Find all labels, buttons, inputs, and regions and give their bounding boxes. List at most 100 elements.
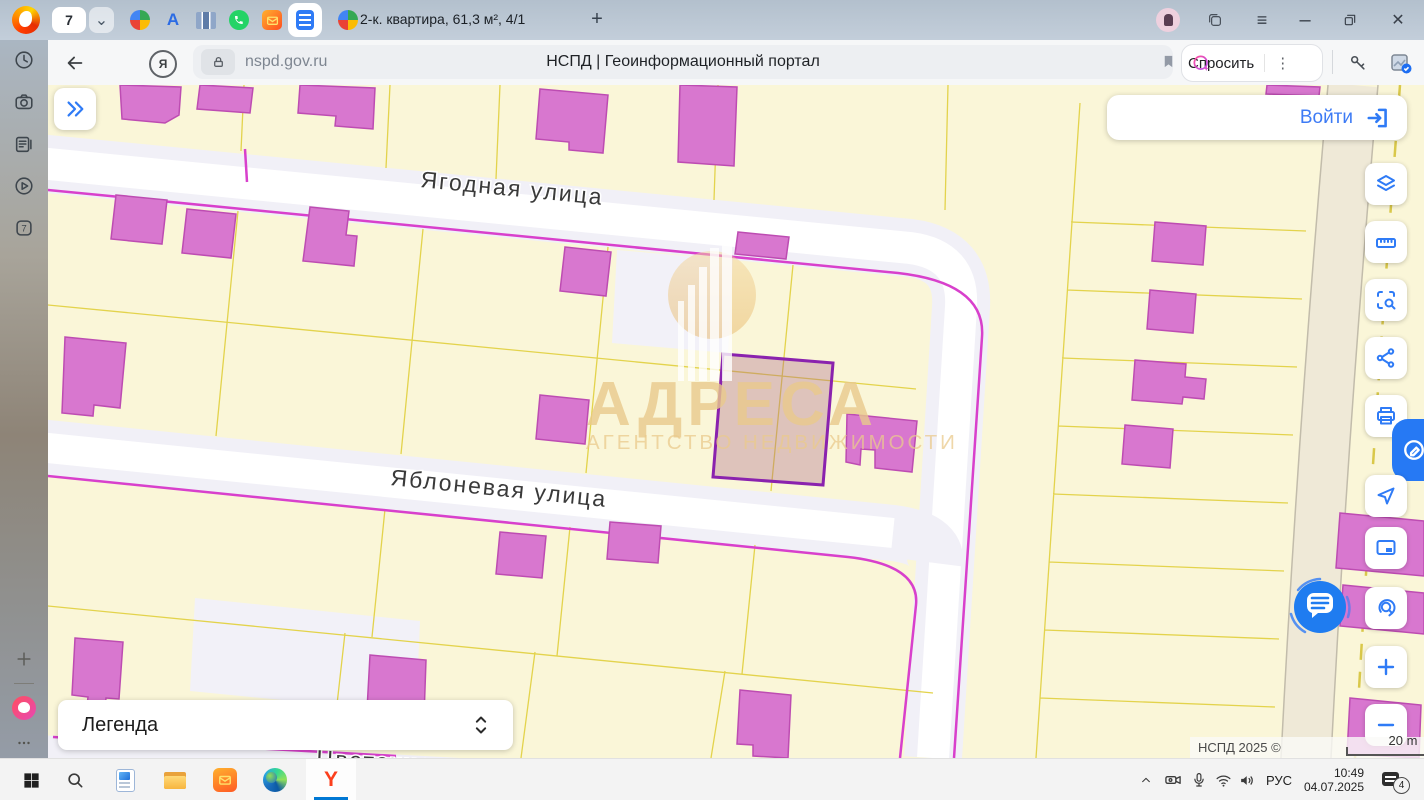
ask-alice-button[interactable]: Спросить ⋮ <box>1181 44 1323 82</box>
wifi-icon <box>1214 771 1233 790</box>
file-explorer-button[interactable] <box>162 767 188 793</box>
map-attribution: НСПД 2025 © 20 m <box>1190 737 1424 758</box>
screenshot-button[interactable] <box>13 91 35 113</box>
yandex-browser-taskbar-button[interactable]: Y <box>306 759 356 800</box>
profile-avatar[interactable] <box>1156 8 1180 32</box>
yandex-search-button[interactable]: Я <box>149 50 177 78</box>
camera-icon <box>13 91 35 113</box>
scale-bracket <box>1346 747 1424 756</box>
extension-card-button[interactable] <box>1388 50 1414 76</box>
play-icon <box>13 175 35 197</box>
edge-button[interactable] <box>262 767 288 793</box>
tray-show-hidden[interactable] <box>1138 759 1154 800</box>
new-tab-button[interactable]: + <box>584 6 610 32</box>
video-button[interactable] <box>13 175 35 197</box>
sidebar-more-button[interactable] <box>13 732 35 754</box>
active-tab-title[interactable]: 2-к. квартира, 61,3 м², 4/1 <box>360 11 570 27</box>
layers-button[interactable] <box>1365 163 1407 205</box>
login-label: Войти <box>1300 107 1353 129</box>
picture-in-picture-icon <box>1374 536 1398 560</box>
navigation-arrow-icon <box>1374 484 1398 508</box>
sidebar-expand-button[interactable] <box>54 88 96 130</box>
locate-button[interactable] <box>1365 475 1407 517</box>
zoom-in-button[interactable] <box>1365 646 1407 688</box>
chat-fab-graphic <box>1285 572 1355 642</box>
seven-badge-icon: 7 <box>13 217 35 239</box>
window-minimize-button[interactable]: – <box>1293 8 1317 32</box>
area-search-button[interactable] <box>1365 279 1407 321</box>
tray-date: 04.07.2025 <box>1304 780 1364 794</box>
yandex-browser-logo-icon[interactable] <box>12 6 40 34</box>
clock[interactable]: 10:49 04.07.2025 <box>1302 759 1364 800</box>
search-location-button[interactable] <box>1365 587 1407 629</box>
window-close-button[interactable]: ✕ <box>1386 8 1410 32</box>
pinned-tab-mail-icon[interactable] <box>262 10 282 30</box>
legend-collapse-icon[interactable] <box>471 712 491 738</box>
share-button[interactable] <box>1365 337 1407 379</box>
restore-icon <box>1343 13 1357 27</box>
map-canvas[interactable]: АДРЕСА АГЕНТСТВО НЕДВИЖИМОСТИ Ягодная ул… <box>48 85 1424 758</box>
login-bar[interactable]: Войти <box>1107 95 1407 140</box>
toolbar-divider <box>1332 50 1333 74</box>
sketch-panel-button[interactable] <box>1392 419 1424 481</box>
watermark-title: АДРЕСА <box>586 370 878 439</box>
stacked-tabs-icon <box>1207 12 1223 28</box>
articles-button[interactable] <box>13 133 35 155</box>
watermark-subtitle: АГЕНТСТВО НЕДВИЖИМОСТИ <box>586 431 958 454</box>
window-restore-button[interactable] <box>1338 8 1362 32</box>
history-button[interactable] <box>13 49 35 71</box>
alice-assistant-button[interactable] <box>12 696 36 720</box>
search-icon <box>65 770 85 790</box>
pinned-tab-building-icon[interactable] <box>196 12 216 29</box>
news-icon <box>13 133 35 155</box>
browser-tab-strip: 7 ⌄ A 2-к. квартира, 61,3 м², 4/1 + ≡ – … <box>0 0 1424 40</box>
card-check-icon <box>1389 51 1413 75</box>
chevron-up-icon <box>1138 772 1154 788</box>
pinned-tab-whatsapp-icon[interactable] <box>229 10 249 30</box>
pinned-tab-active-docs[interactable] <box>288 3 322 37</box>
envelope-icon <box>218 773 232 787</box>
tray-microphone[interactable] <box>1190 759 1208 800</box>
plus-icon <box>1374 655 1398 679</box>
envelope-icon <box>266 14 279 27</box>
phone-icon <box>233 14 245 26</box>
ask-more-button[interactable]: ⋮ <box>1264 54 1290 72</box>
pinned-tab-a-icon[interactable]: A <box>163 10 183 30</box>
scale-label: 20 m <box>1346 734 1424 747</box>
yandex-mail-button[interactable] <box>212 767 238 793</box>
tray-volume[interactable] <box>1238 759 1257 800</box>
chat-fab[interactable] <box>1285 572 1355 642</box>
tab-group-chip[interactable]: 7 <box>52 7 86 33</box>
language-indicator[interactable]: РУС <box>1266 759 1292 800</box>
password-manager-button[interactable] <box>1345 50 1371 76</box>
tab-group-chevron-icon[interactable]: ⌄ <box>89 7 114 33</box>
pinned-tab-services-icon[interactable] <box>130 10 150 30</box>
tab-group-panel-button[interactable]: 7 <box>13 217 35 239</box>
legend-panel[interactable]: Легенда <box>58 700 513 750</box>
tab-overview-icon[interactable] <box>1203 8 1227 32</box>
folder-icon <box>164 772 186 789</box>
microphone-icon <box>1190 771 1208 789</box>
sidebar-add-button[interactable] <box>13 648 35 670</box>
screen: 7 ⌄ A 2-к. квартира, 61,3 м², 4/1 + ≡ – … <box>0 0 1424 800</box>
tray-camera[interactable] <box>1163 759 1183 800</box>
back-button[interactable] <box>62 50 88 76</box>
map-viewport[interactable]: АДРЕСА АГЕНТСТВО НЕДВИЖИМОСТИ Ягодная ул… <box>48 85 1424 758</box>
address-bar[interactable]: nspd.gov.ru НСПД | Геоинформационный пор… <box>193 45 1173 79</box>
browser-menu-button[interactable]: ≡ <box>1250 8 1274 32</box>
tray-wifi[interactable] <box>1214 759 1233 800</box>
area-search-icon <box>1374 288 1398 312</box>
windows-logo-icon <box>22 771 41 790</box>
attribution-text: НСПД 2025 © <box>1198 740 1281 755</box>
notification-center-button[interactable]: 4 <box>1382 759 1404 800</box>
widgets-icon <box>116 769 135 792</box>
minimap-button[interactable] <box>1365 527 1407 569</box>
start-button[interactable] <box>18 767 44 793</box>
measure-button[interactable] <box>1365 221 1407 263</box>
notification-badge: 4 <box>1393 777 1410 794</box>
taskbar-search-button[interactable] <box>62 767 88 793</box>
clock-icon <box>13 49 35 71</box>
login-icon <box>1365 105 1391 131</box>
document-icon <box>296 10 314 30</box>
widgets-button[interactable] <box>112 767 138 793</box>
